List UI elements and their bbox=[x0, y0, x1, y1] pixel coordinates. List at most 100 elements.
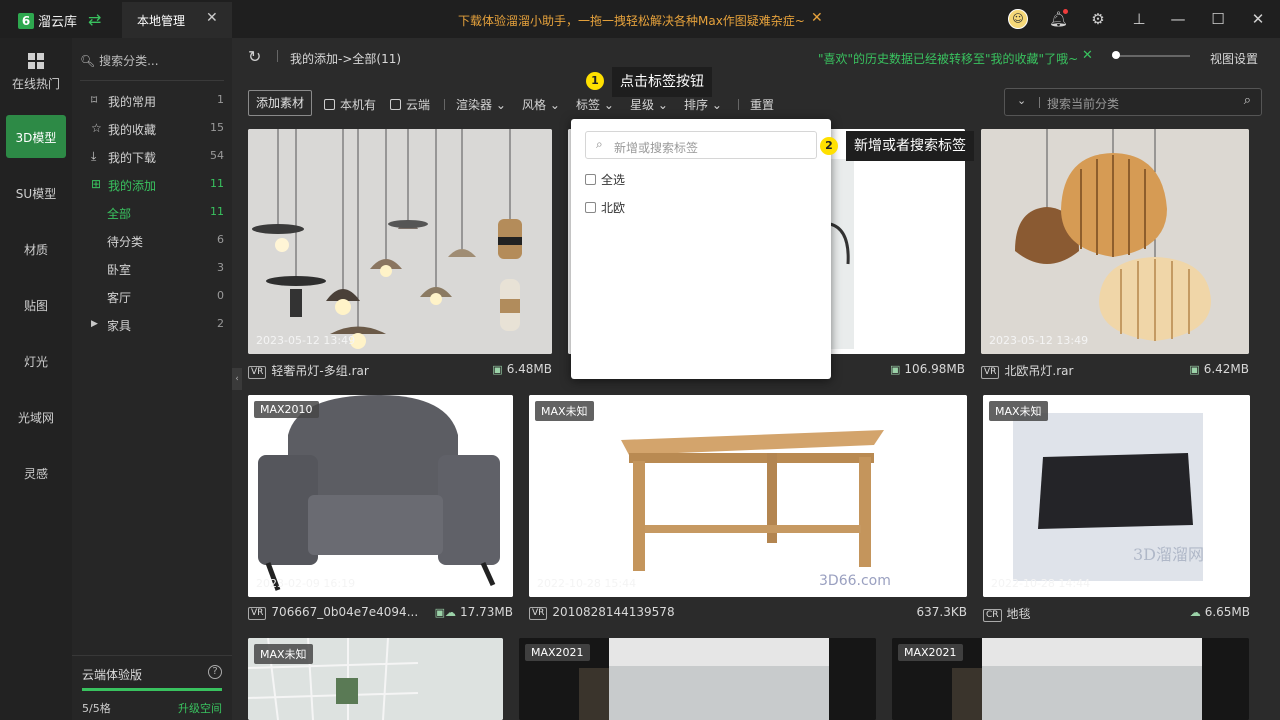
close-window-icon[interactable]: ✕ bbox=[1249, 10, 1267, 28]
option-label: 全选 bbox=[601, 173, 626, 187]
cloud-icon: ☁ bbox=[1189, 606, 1201, 619]
asset-card[interactable]: 3D溜溜网 MAX未知 2022-10-28 14:44 CR 地毯 ☁ 6.65M… bbox=[983, 395, 1250, 625]
filter-label: 排序 bbox=[684, 98, 709, 112]
switch-icon[interactable]: ⇄ bbox=[88, 10, 101, 29]
tab-local-manage[interactable]: 本地管理 ✕ bbox=[122, 2, 232, 38]
rail-item-su[interactable]: SU模型 bbox=[0, 185, 72, 202]
tag-dropdown-panel: ⌕ 新增或搜索标签 全选 北欧 bbox=[571, 119, 831, 379]
refresh-icon[interactable]: ↻ bbox=[248, 47, 261, 66]
close-tab-icon[interactable]: ✕ bbox=[206, 10, 218, 26]
asset-card[interactable]: 2023-05-12 13:49 VR 轻奢吊灯-多组.rar ▣ 6.48MB bbox=[248, 129, 552, 389]
cloud-filter[interactable]: 云端 bbox=[390, 96, 430, 113]
rail-item-hot[interactable]: 在线热门 bbox=[0, 75, 72, 92]
subcategory-furniture[interactable]: ▶ 家具 2 bbox=[72, 314, 232, 334]
rail-item-inspiration[interactable]: 灵感 bbox=[0, 465, 72, 482]
search-icon[interactable]: ⌕ bbox=[1244, 93, 1251, 108]
gear-icon[interactable]: ⚙ bbox=[1089, 10, 1107, 28]
pin-icon[interactable]: ⊥ bbox=[1130, 10, 1148, 28]
asset-card[interactable]: 2023-05-12 13:49 VR 北欧吊灯.rar ▣ 6.42MB bbox=[981, 129, 1249, 389]
category-item-added[interactable]: ⊞ 我的添加 11 bbox=[72, 174, 232, 194]
tag-option-select-all[interactable]: 全选 bbox=[585, 171, 625, 188]
svg-text:3D66.com: 3D66.com bbox=[819, 573, 891, 589]
rail-item-material[interactable]: 材质 bbox=[0, 241, 72, 258]
asset-card[interactable]: MAX2021 bbox=[892, 638, 1249, 720]
chevron-down-icon[interactable]: ⌄ bbox=[1017, 94, 1026, 107]
asset-thumbnail[interactable] bbox=[248, 129, 552, 354]
subcategory-bedroom[interactable]: 卧室 3 bbox=[72, 258, 232, 278]
asset-card[interactable]: MAX2010 2023-02-09 16:19 VR 706667_0b04e7… bbox=[248, 395, 513, 625]
filter-label: 本机有 bbox=[340, 98, 377, 112]
wood-pendant-image bbox=[981, 129, 1249, 354]
chevron-down-icon: ⌄ bbox=[711, 98, 722, 112]
rail-item-light[interactable]: 灯光 bbox=[0, 353, 72, 370]
checkbox[interactable] bbox=[390, 99, 401, 110]
help-icon[interactable]: ? bbox=[208, 665, 222, 679]
zoom-slider-track[interactable] bbox=[1112, 55, 1190, 57]
max-version-tag: MAX2010 bbox=[254, 401, 319, 418]
add-asset-button[interactable]: 添加素材 bbox=[248, 90, 312, 116]
category-label: 我的添加 bbox=[108, 179, 157, 193]
tag-dropdown[interactable]: 标签 ⌄ bbox=[576, 96, 614, 113]
notice-text: "喜欢"的历史数据已经被转移至"我的收藏"了哦~ bbox=[818, 52, 1079, 66]
reset-button[interactable]: 重置 bbox=[750, 96, 774, 113]
subcategory-living[interactable]: 客厅 0 bbox=[72, 286, 232, 306]
view-settings-button[interactable]: 视图设置 bbox=[1210, 50, 1258, 67]
category-search-placeholder: 搜索分类... bbox=[99, 54, 159, 68]
local-icon: ▣ bbox=[492, 363, 503, 376]
category-panel: 🔍︎ 搜索分类... ⌑ 我的常用 1 ☆ 我的收藏 15 ⤓ 我的下载 54 … bbox=[72, 38, 232, 720]
local-filter[interactable]: 本机有 bbox=[324, 96, 376, 113]
maximize-icon[interactable]: ☐ bbox=[1209, 10, 1227, 28]
sort-dropdown[interactable]: 排序 ⌄ bbox=[684, 96, 722, 113]
renderer-badge: VR bbox=[248, 607, 267, 620]
tag-option-nordic[interactable]: 北欧 bbox=[585, 199, 625, 216]
star-dropdown[interactable]: 星级 ⌄ bbox=[630, 96, 668, 113]
checkbox[interactable] bbox=[324, 99, 335, 110]
checkbox[interactable] bbox=[585, 202, 596, 213]
asset-meta: VR 轻奢吊灯-多组.rar ▣ 6.48MB bbox=[248, 362, 552, 379]
asset-card[interactable]: MAX2021 bbox=[519, 638, 876, 720]
close-promo-icon[interactable]: ✕ bbox=[811, 10, 823, 26]
category-item-favorites[interactable]: ☆ 我的收藏 15 bbox=[72, 118, 232, 138]
local-icon: ▣ bbox=[1189, 363, 1200, 376]
filter-label: 星级 bbox=[630, 98, 655, 112]
avatar[interactable]: ☺ bbox=[1008, 9, 1028, 29]
asset-card[interactable]: MAX未知 bbox=[248, 638, 503, 720]
promo-banner[interactable]: 下载体验溜溜小助手，一拖一拽轻松解决各种Max作图疑难杂症~ bbox=[458, 12, 805, 29]
step-marker-2: 2 bbox=[820, 137, 838, 155]
close-notice-icon[interactable]: ✕ bbox=[1082, 48, 1093, 63]
rail-item-ies[interactable]: 光域网 bbox=[0, 409, 72, 426]
style-dropdown[interactable]: 风格 ⌄ bbox=[522, 96, 560, 113]
add-folder-icon: ⊞ bbox=[91, 177, 102, 191]
asset-date: 2022-10-28 15:44 bbox=[537, 577, 637, 590]
asset-thumbnail[interactable]: 3D溜溜网 bbox=[983, 395, 1250, 597]
checkbox[interactable] bbox=[585, 174, 596, 185]
asset-thumbnail[interactable]: 3D66.com bbox=[529, 395, 967, 597]
local-cloud-icon: ▣☁ bbox=[434, 606, 457, 619]
subcategory-unsorted[interactable]: 待分类 6 bbox=[72, 230, 232, 250]
chevron-down-icon: ⌄ bbox=[657, 98, 668, 112]
rug-image: 3D溜溜网 bbox=[983, 395, 1250, 597]
subcategory-label: 全部 bbox=[107, 207, 132, 221]
subcategory-label: 待分类 bbox=[107, 235, 144, 249]
rail-item-texture[interactable]: 贴图 bbox=[0, 297, 72, 314]
asset-meta: VR 北欧吊灯.rar ▣ 6.42MB bbox=[981, 362, 1249, 379]
minimize-icon[interactable]: — bbox=[1169, 10, 1187, 28]
upgrade-link[interactable]: 升级空间 bbox=[178, 700, 222, 716]
category-label: 我的常用 bbox=[108, 95, 157, 109]
category-search[interactable]: 🔍︎ 搜索分类... bbox=[80, 52, 159, 69]
asset-thumbnail[interactable] bbox=[248, 395, 513, 597]
subcategory-all[interactable]: 全部 11 bbox=[72, 202, 232, 222]
renderer-dropdown[interactable]: 渲染器 ⌄ bbox=[456, 96, 506, 113]
pendant-lights-image bbox=[248, 129, 552, 354]
zoom-slider-handle[interactable] bbox=[1112, 51, 1120, 59]
category-item-downloads[interactable]: ⤓ 我的下载 54 bbox=[72, 146, 232, 166]
asset-thumbnail[interactable] bbox=[981, 129, 1249, 354]
rail-item-3d[interactable]: 3D模型 bbox=[0, 129, 72, 146]
category-item-frequent[interactable]: ⌑ 我的常用 1 bbox=[72, 90, 232, 110]
caret-right-icon[interactable]: ▶ bbox=[91, 319, 98, 329]
tag-search-input[interactable]: ⌕ 新增或搜索标签 bbox=[585, 131, 817, 159]
asset-card[interactable]: 3D66.com MAX未知 2022-10-28 15:44 VR 201082… bbox=[529, 395, 967, 625]
asset-size: ▣ 106.98MB bbox=[890, 362, 965, 376]
search-current-input[interactable]: ⌄ 搜索当前分类 ⌕ bbox=[1004, 88, 1262, 116]
subcategory-count: 6 bbox=[217, 233, 224, 246]
